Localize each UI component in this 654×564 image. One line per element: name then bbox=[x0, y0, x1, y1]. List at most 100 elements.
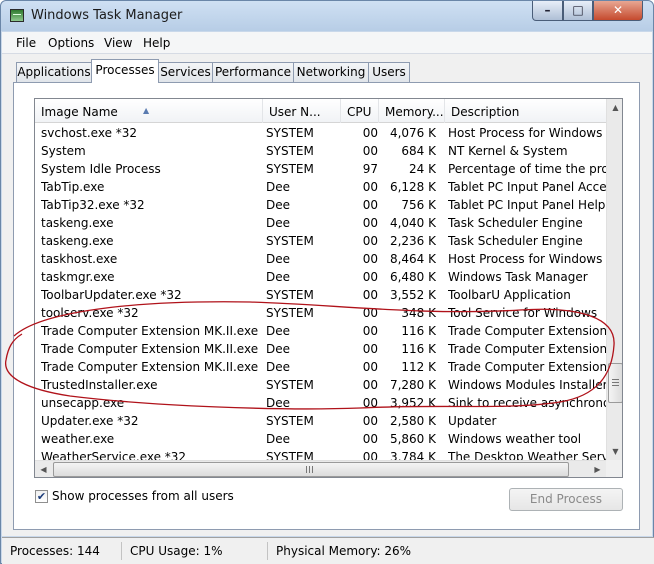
column-header-memory[interactable]: Memory... bbox=[379, 99, 445, 123]
cpu-cell: 97 bbox=[362, 162, 378, 176]
scroll-down-button[interactable]: ▼ bbox=[607, 443, 622, 460]
end-process-button[interactable]: End Process bbox=[509, 488, 623, 511]
tab-networking[interactable]: Networking bbox=[293, 62, 369, 82]
table-row[interactable]: taskmgr.exe Dee 00 6,480 K Windows Task Mana… bbox=[35, 268, 620, 286]
memory-cell: 116 K bbox=[401, 342, 436, 356]
memory-cell: 112 K bbox=[401, 360, 436, 374]
menu-file[interactable]: File bbox=[16, 36, 36, 50]
description-cell: Windows Modules Installer bbox=[448, 378, 608, 392]
process-name-cell: System bbox=[41, 144, 86, 158]
table-row[interactable]: TabTip.exe Dee 00 6,128 K Tablet PC Input Pa… bbox=[35, 178, 620, 196]
memory-cell: 684 K bbox=[401, 144, 436, 158]
table-row[interactable]: svchost.exe *32 SYSTEM 00 4,076 K Host Proce… bbox=[35, 124, 620, 142]
table-row[interactable]: ToolbarUpdater.exe *32 SYSTEM 00 3,552 K Too… bbox=[35, 286, 620, 304]
scroll-left-button[interactable]: ◀ bbox=[35, 461, 52, 477]
user-name-cell: SYSTEM bbox=[266, 126, 314, 140]
description-cell: Host Process for Windows S bbox=[448, 126, 614, 140]
task-manager-icon bbox=[10, 9, 24, 22]
user-name-cell: SYSTEM bbox=[266, 414, 314, 428]
table-row[interactable]: taskeng.exe SYSTEM 00 2,236 K Task Scheduler… bbox=[35, 232, 620, 250]
cpu-cell: 00 bbox=[362, 342, 378, 356]
tab-services[interactable]: Services bbox=[158, 62, 213, 82]
table-row[interactable]: Trade Computer Extension MK.II.exe... Dee… bbox=[35, 340, 620, 358]
status-bar: Processes: 144 CPU Usage: 1% Physical Me… bbox=[2, 537, 654, 564]
task-manager-window: Windows Task Manager – □ ✕ File Options … bbox=[0, 0, 654, 564]
process-name-cell: Trade Computer Extension MK.II.exe... bbox=[41, 360, 259, 374]
table-row[interactable]: Trade Computer Extension MK.II.exe... Dee… bbox=[35, 322, 620, 340]
close-icon: ✕ bbox=[612, 3, 624, 17]
column-header-user-name[interactable]: User N... bbox=[263, 99, 341, 123]
table-row[interactable]: TabTip32.exe *32 Dee 00 756 K Tablet PC Inpu… bbox=[35, 196, 620, 214]
status-physical-memory: Physical Memory: 26% bbox=[276, 544, 412, 558]
user-name-cell: SYSTEM bbox=[266, 234, 314, 248]
description-cell: Percentage of time the proc bbox=[448, 162, 616, 176]
cpu-cell: 00 bbox=[362, 324, 378, 338]
description-cell: Trade Computer Extension M bbox=[448, 324, 620, 338]
user-name-cell: SYSTEM bbox=[266, 378, 314, 392]
menu-view[interactable]: View bbox=[104, 36, 132, 50]
memory-cell: 3,552 K bbox=[389, 288, 436, 302]
scroll-right-button[interactable]: ▶ bbox=[589, 461, 606, 477]
user-name-cell: Dee bbox=[266, 198, 291, 212]
checkmark-icon: ✔ bbox=[36, 490, 47, 503]
menu-help[interactable]: Help bbox=[143, 36, 170, 50]
tab-performance[interactable]: Performance bbox=[212, 62, 294, 82]
title-bar[interactable]: Windows Task Manager – □ ✕ bbox=[1, 1, 653, 31]
column-header-cpu[interactable]: CPU bbox=[341, 99, 379, 123]
maximize-button[interactable]: □ bbox=[563, 1, 593, 21]
tab-applications[interactable]: Applications bbox=[16, 62, 92, 82]
cpu-cell: 00 bbox=[362, 270, 378, 284]
process-name-cell: Updater.exe *32 bbox=[41, 414, 139, 428]
minimize-button[interactable]: – bbox=[532, 1, 563, 21]
user-name-cell: SYSTEM bbox=[266, 288, 314, 302]
process-name-cell: taskeng.exe bbox=[41, 234, 114, 248]
process-name-cell: unsecapp.exe bbox=[41, 396, 125, 410]
menu-options[interactable]: Options bbox=[48, 36, 94, 50]
show-all-users-label[interactable]: Show processes from all users bbox=[52, 489, 234, 503]
column-header-description[interactable]: Description bbox=[445, 99, 610, 123]
process-list[interactable]: ▲ Image Name User N... CPU Memory... Des… bbox=[34, 98, 623, 478]
process-name-cell: taskmgr.exe bbox=[41, 270, 115, 284]
close-button[interactable]: ✕ bbox=[593, 1, 643, 21]
table-row[interactable]: TrustedInstaller.exe SYSTEM 00 7,280 K Windo… bbox=[35, 376, 620, 394]
horizontal-scrollbar[interactable]: ◀ ▶ bbox=[35, 460, 606, 477]
table-row[interactable]: System Idle Process SYSTEM 97 24 K Percentag… bbox=[35, 160, 620, 178]
column-header-image-name[interactable]: ▲ Image Name bbox=[35, 99, 263, 123]
scroll-up-button[interactable]: ▲ bbox=[607, 99, 622, 116]
cpu-cell: 00 bbox=[362, 144, 378, 158]
scroll-down-icon: ▼ bbox=[612, 447, 619, 456]
cpu-cell: 00 bbox=[362, 288, 378, 302]
cpu-cell: 00 bbox=[362, 234, 378, 248]
cpu-cell: 00 bbox=[362, 378, 378, 392]
description-cell: Tablet PC Input Panel Helpe bbox=[448, 198, 613, 212]
table-row[interactable]: unsecapp.exe Dee 00 3,952 K Sink to receive … bbox=[35, 394, 620, 412]
maximize-icon: □ bbox=[572, 3, 584, 17]
description-cell: NT Kernel & System bbox=[448, 144, 568, 158]
memory-cell: 6,480 K bbox=[389, 270, 436, 284]
cpu-cell: 00 bbox=[362, 414, 378, 428]
table-row[interactable]: toolserv.exe *32 SYSTEM 00 348 K Tool Servic… bbox=[35, 304, 620, 322]
table-row[interactable]: Trade Computer Extension MK.II.exe... Dee… bbox=[35, 358, 620, 376]
tab-users[interactable]: Users bbox=[368, 62, 410, 82]
memory-cell: 6,128 K bbox=[389, 180, 436, 194]
cpu-cell: 00 bbox=[362, 216, 378, 230]
show-all-users-checkbox[interactable]: ✔ bbox=[35, 490, 48, 503]
memory-cell: 116 K bbox=[401, 324, 436, 338]
vertical-scroll-thumb[interactable] bbox=[608, 363, 622, 403]
menu-bar: File Options View Help bbox=[2, 32, 652, 54]
horizontal-scroll-thumb[interactable] bbox=[53, 462, 569, 477]
table-row[interactable]: Updater.exe *32 SYSTEM 00 2,580 K Updater bbox=[35, 412, 620, 430]
table-row[interactable]: taskhost.exe Dee 00 8,464 K Host Process for… bbox=[35, 250, 620, 268]
table-row[interactable]: weather.exe Dee 00 5,860 K Windows weather t… bbox=[35, 430, 620, 448]
minimize-icon: – bbox=[544, 3, 551, 17]
description-cell: ToolbarU Application bbox=[448, 288, 571, 302]
vertical-scrollbar[interactable]: ▲ ▼ bbox=[606, 99, 622, 460]
table-row[interactable]: taskeng.exe Dee 00 4,040 K Task Scheduler En… bbox=[35, 214, 620, 232]
user-name-cell: Dee bbox=[266, 270, 291, 284]
tab-processes[interactable]: Processes bbox=[91, 59, 159, 83]
user-name-cell: SYSTEM bbox=[266, 162, 314, 176]
scrollbar-corner bbox=[606, 460, 622, 477]
table-row[interactable]: System SYSTEM 00 684 K NT Kernel & System bbox=[35, 142, 620, 160]
user-name-cell: Dee bbox=[266, 360, 291, 374]
user-name-cell: Dee bbox=[266, 396, 291, 410]
